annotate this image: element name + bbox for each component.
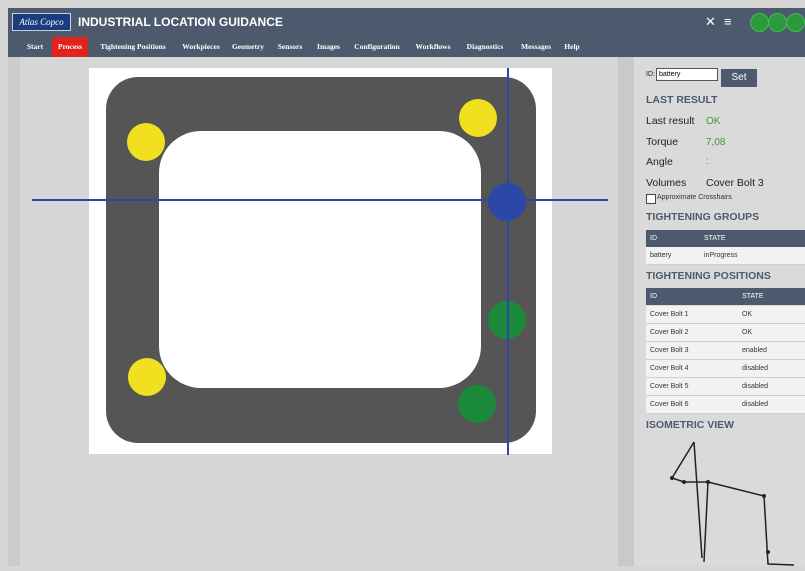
set-button[interactable]: Set — [721, 69, 757, 87]
menu-workpieces[interactable]: Workpieces — [177, 37, 225, 57]
info-panel: ID: Set LAST RESULT Last result OK Torqu… — [634, 57, 805, 566]
menu-geometry[interactable]: Geometry — [227, 37, 269, 57]
workpiece-canvas[interactable] — [20, 57, 618, 566]
last-result-value: OK — [706, 116, 721, 127]
isometric-view-heading: ISOMETRIC VIEW — [646, 419, 735, 431]
last-result-heading: LAST RESULT — [646, 94, 718, 106]
workpiece-cutout — [159, 131, 481, 388]
menu-workflows[interactable]: Workflows — [409, 37, 457, 57]
position-id: Cover Bolt 1 — [650, 311, 689, 318]
positions-col-state: STATE — [742, 293, 764, 300]
positions-table-row[interactable]: Cover Bolt 6 disabled — [646, 396, 805, 414]
menu-tightening-positions[interactable]: Tightening Positions — [92, 37, 174, 57]
last-result-label: Last result — [646, 115, 695, 127]
menu-start[interactable]: Start — [22, 37, 48, 57]
menu-sensors[interactable]: Sensors — [271, 37, 309, 57]
iso-path-left — [670, 441, 709, 563]
volumes-label: Volumes — [646, 177, 687, 189]
iso-path-vertical — [693, 441, 703, 559]
menu-help[interactable]: Help — [560, 37, 584, 57]
positions-table-row[interactable]: Cover Bolt 1 OK — [646, 306, 805, 324]
position-id: Cover Bolt 3 — [650, 347, 689, 354]
iso-node — [766, 550, 770, 554]
status-indicator-3 — [786, 13, 805, 32]
menu-icon[interactable]: ≡ — [724, 14, 732, 30]
volumes-value: Cover Bolt 3 — [706, 177, 764, 189]
panel-splitter[interactable] — [618, 57, 634, 566]
position-id: Cover Bolt 2 — [650, 329, 689, 336]
iso-path-right — [707, 481, 795, 566]
status-indicator-1 — [750, 13, 769, 32]
position-state: disabled — [742, 383, 769, 390]
angle-value: : — [706, 156, 709, 167]
bolt-marker-cover-bolt-4 — [127, 123, 165, 161]
groups-table-header: ID STATE — [646, 230, 805, 247]
left-gutter — [8, 57, 20, 566]
position-state: OK — [742, 311, 753, 318]
menu-configuration[interactable]: Configuration — [348, 37, 406, 57]
menu-process[interactable]: Process — [52, 37, 88, 57]
id-label: ID: — [646, 71, 655, 78]
positions-col-id: ID — [650, 293, 657, 300]
group-id: battery — [650, 252, 672, 259]
app-title: INDUSTRIAL LOCATION GUIDANCE — [78, 15, 283, 29]
approx-crosshairs-label: Approximate Crosshairs — [657, 194, 732, 201]
position-id: Cover Bolt 4 — [650, 365, 689, 372]
groups-table-row[interactable]: battery inProgress — [646, 247, 805, 265]
crosshair-icon[interactable]: ✕ — [705, 14, 716, 30]
main-menu: Start Process Tightening Positions Workp… — [8, 37, 805, 57]
iso-node — [682, 480, 686, 484]
position-state: disabled — [742, 365, 769, 372]
position-state: enabled — [742, 347, 767, 354]
menu-diagnostics[interactable]: Diagnostics — [459, 37, 511, 57]
position-state: OK — [742, 329, 753, 336]
bolt-marker-cover-bolt-1 — [458, 385, 496, 423]
group-state: inProgress — [704, 252, 738, 259]
menu-images[interactable]: Images — [311, 37, 346, 57]
groups-col-state: STATE — [704, 235, 726, 242]
iso-node — [706, 480, 710, 484]
position-id: Cover Bolt 6 — [650, 401, 689, 408]
position-id: Cover Bolt 5 — [650, 383, 689, 390]
positions-table-header: ID STATE — [646, 288, 805, 305]
position-state: disabled — [742, 401, 769, 408]
torque-label: Torque — [646, 136, 679, 148]
status-indicator-2 — [768, 13, 787, 32]
tightening-positions-heading: TIGHTENING POSITIONS — [646, 270, 771, 282]
id-input[interactable] — [656, 68, 718, 81]
positions-table-row[interactable]: Cover Bolt 2 OK — [646, 324, 805, 342]
title-bar: Atlas Copco INDUSTRIAL LOCATION GUIDANCE… — [8, 8, 805, 37]
iso-node — [762, 494, 766, 498]
isometric-view[interactable] — [634, 434, 805, 566]
angle-label: Angle — [646, 156, 673, 168]
positions-table-row[interactable]: Cover Bolt 3 enabled — [646, 342, 805, 360]
groups-col-id: ID — [650, 235, 657, 242]
approx-crosshairs-checkbox[interactable] — [646, 194, 656, 204]
positions-table-row[interactable]: Cover Bolt 4 disabled — [646, 360, 805, 378]
positions-table-row[interactable]: Cover Bolt 5 disabled — [646, 378, 805, 396]
tightening-groups-heading: TIGHTENING GROUPS — [646, 211, 760, 223]
iso-node — [670, 476, 674, 480]
bolt-marker-cover-bolt-6 — [128, 358, 166, 396]
workpiece-view — [32, 68, 608, 455]
torque-value: 7,08 — [706, 137, 726, 148]
menu-messages[interactable]: Messages — [513, 37, 559, 57]
atlas-copco-logo: Atlas Copco — [12, 13, 71, 31]
bolt-marker-cover-bolt-5 — [459, 99, 497, 137]
